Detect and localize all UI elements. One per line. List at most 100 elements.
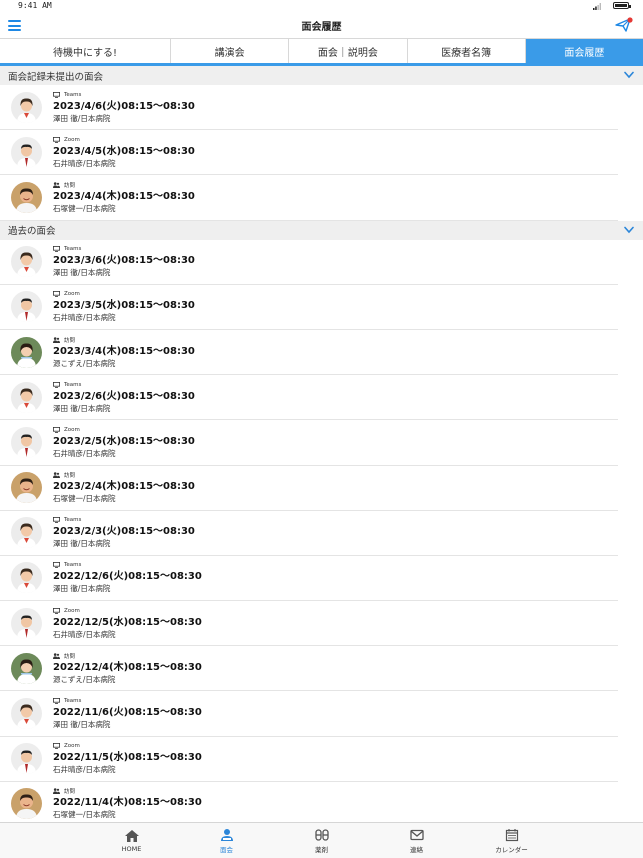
doctor-hospital: 石井晴彦/日本病院 [53, 313, 116, 323]
people-icon [53, 788, 62, 795]
calendar-icon [505, 828, 518, 841]
avatar [11, 336, 42, 368]
meeting-method-label: 訪問 [64, 789, 76, 796]
meeting-method: Teams [53, 91, 195, 99]
tab-meeting-briefing[interactable]: 面会｜説明会 [289, 39, 408, 63]
doctor-hospital: 石井晴彦/日本病院 [53, 158, 116, 168]
meeting-info: Teams 2023/2/6(火)08:15〜08:30 澤田 徹/日本病院 [53, 381, 195, 414]
monitor-icon [53, 426, 62, 433]
monitor-icon [53, 698, 62, 705]
doctor-hospital: 石井晴彦/日本病院 [53, 629, 116, 639]
doctor-hospital: 源こずえ/日本病院 [53, 358, 116, 368]
meeting-datetime: 2022/12/6(火)08:15〜08:30 [53, 571, 202, 583]
avatar [11, 291, 42, 323]
avatar [11, 426, 42, 458]
meeting-info: Teams 2023/3/6(火)08:15〜08:30 澤田 徹/日本病院 [53, 245, 195, 278]
meeting-row[interactable]: Teams 2023/2/6(火)08:15〜08:30 澤田 徹/日本病院 [0, 375, 618, 421]
tabbar-calendar[interactable]: カレンダー [464, 823, 559, 858]
monitor-icon [53, 381, 62, 388]
doctor-hospital: 石塚健一/日本病院 [53, 810, 116, 820]
chevron-down-icon[interactable] [624, 226, 634, 234]
meeting-row[interactable]: Zoom 2022/11/5(水)08:15〜08:30 石井晴彦/日本病院 [0, 737, 618, 782]
page-title: 面会履歴 [301, 21, 342, 33]
meeting-method-label: 訪問 [64, 473, 76, 480]
tab-lecture[interactable]: 講演会 [171, 39, 290, 63]
meeting-method-label: Teams [64, 246, 82, 253]
chevron-down-icon[interactable] [624, 71, 634, 79]
monitor-icon [53, 562, 62, 569]
status-time: 9:41 AM [18, 1, 52, 10]
meeting-info: Zoom 2023/3/5(水)08:15〜08:30 石井晴彦/日本病院 [53, 290, 195, 323]
meeting-row[interactable]: 訪問 2022/11/4(木)08:15〜08:30 石塚健一/日本病院 [0, 782, 618, 821]
tab-meeting-history[interactable]: 面会履歴 [525, 39, 643, 63]
meeting-info: Teams 2023/4/6(火)08:15〜08:30 澤田 徹/日本病院 [53, 91, 195, 124]
send-notification-icon[interactable] [615, 17, 633, 33]
meeting-info: Teams 2023/2/3(火)08:15〜08:30 澤田 徹/日本病院 [53, 516, 195, 549]
people-icon [53, 182, 62, 188]
tabbar-home[interactable]: HOME [84, 823, 179, 858]
avatar [11, 136, 42, 168]
monitor-icon [53, 246, 62, 253]
tabbar-meeting[interactable]: 面会 [179, 823, 274, 858]
meeting-row[interactable]: 訪問 2023/4/4(木)08:15〜08:30 石塚健一/日本病院 [0, 175, 618, 221]
tab-standby[interactable]: 待機中にする! [0, 39, 172, 63]
avatar [11, 472, 42, 504]
monitor-icon [53, 136, 62, 143]
meeting-method: Teams [53, 516, 195, 524]
doctor-hospital: 澤田 徹/日本病院 [53, 403, 111, 413]
meeting-datetime: 2023/3/6(火)08:15〜08:30 [53, 255, 195, 267]
hamburger-menu-icon[interactable] [8, 20, 21, 31]
tabbar-pills[interactable]: 薬剤 [274, 823, 369, 858]
tabbar-contact[interactable]: 連絡 [369, 823, 464, 858]
meeting-row[interactable]: 訪問 2022/12/4(木)08:15〜08:30 源こずえ/日本病院 [0, 646, 618, 692]
monitor-icon [53, 743, 62, 750]
meeting-method-label: Teams [64, 698, 82, 705]
meeting-row[interactable]: Teams 2023/3/6(火)08:15〜08:30 澤田 徹/日本病院 [0, 240, 618, 285]
meeting-datetime: 2022/11/4(木)08:15〜08:30 [53, 797, 202, 809]
doctor-hospital: 石塚健一/日本病院 [53, 494, 116, 504]
meeting-row[interactable]: Zoom 2023/3/5(水)08:15〜08:30 石井晴彦/日本病院 [0, 285, 618, 330]
meeting-method: 訪問 [53, 181, 195, 189]
avatar [11, 91, 42, 123]
bottom-tab-bar: HOME 面会 薬剤 連絡 カレンダー [0, 822, 643, 858]
meeting-row[interactable]: Teams 2023/2/3(火)08:15〜08:30 澤田 徹/日本病院 [0, 511, 618, 556]
avatar [11, 562, 42, 594]
meeting-row[interactable]: Zoom 2022/12/5(水)08:15〜08:30 石井晴彦/日本病院 [0, 601, 618, 647]
tabbar-contact-label: 連絡 [410, 845, 423, 854]
meeting-row[interactable]: Teams 2023/4/6(火)08:15〜08:30 澤田 徹/日本病院 [0, 85, 618, 131]
doctor-hospital: 澤田 徹/日本病院 [53, 113, 111, 123]
tabbar-pills-label: 薬剤 [315, 845, 328, 854]
meeting-row[interactable]: Zoom 2023/2/5(水)08:15〜08:30 石井晴彦/日本病院 [0, 420, 618, 466]
meeting-row[interactable]: Teams 2022/11/6(火)08:15〜08:30 澤田 徹/日本病院 [0, 691, 618, 737]
meeting-method-label: Teams [64, 517, 82, 524]
meeting-method: 訪問 [53, 471, 195, 479]
meeting-info: 訪問 2022/11/4(木)08:15〜08:30 石塚健一/日本病院 [53, 787, 202, 820]
people-icon [53, 472, 62, 479]
meeting-row[interactable]: 訪問 2023/3/4(木)08:15〜08:30 源こずえ/日本病院 [0, 330, 618, 376]
people-icon [53, 653, 62, 659]
meeting-row[interactable]: 訪問 2023/2/4(木)08:15〜08:30 石塚健一/日本病院 [0, 466, 618, 511]
avatar [11, 788, 42, 820]
section-header[interactable]: 過去の面会 [0, 220, 643, 240]
section-title: 面会記録未提出の面会 [8, 71, 104, 83]
avatar [11, 181, 42, 213]
meeting-info: 訪問 2023/3/4(木)08:15〜08:30 源こずえ/日本病院 [53, 336, 195, 369]
meeting-history-list[interactable]: 面会記録未提出の面会 Teams 2023/4/6(火)08:15〜08:30 澤田 … [0, 66, 643, 821]
tab-medical-directory[interactable]: 医療者名簿 [407, 39, 526, 63]
doctor-hospital: 澤田 徹/日本病院 [53, 539, 111, 549]
avatar [11, 698, 42, 730]
meeting-info: 訪問 2022/12/4(木)08:15〜08:30 源こずえ/日本病院 [53, 652, 202, 685]
section-header[interactable]: 面会記録未提出の面会 [0, 66, 643, 85]
meeting-method-label: Zoom [64, 607, 80, 614]
tab-strip: 待機中にする! 講演会 面会｜説明会 医療者名簿 面会履歴 [0, 38, 643, 66]
meeting-method-label: Zoom [64, 426, 80, 433]
meeting-row[interactable]: Teams 2022/12/6(火)08:15〜08:30 澤田 徹/日本病院 [0, 556, 618, 602]
section-title: 過去の面会 [8, 226, 56, 238]
meeting-method-label: Teams [64, 91, 82, 98]
meeting-info: Teams 2022/12/6(火)08:15〜08:30 澤田 徹/日本病院 [53, 561, 202, 594]
meeting-method: Teams [53, 561, 202, 569]
meeting-method: Zoom [53, 742, 202, 750]
home-icon [124, 829, 139, 842]
meeting-method: Zoom [53, 290, 195, 298]
meeting-row[interactable]: Zoom 2023/4/5(水)08:15〜08:30 石井晴彦/日本病院 [0, 130, 618, 176]
